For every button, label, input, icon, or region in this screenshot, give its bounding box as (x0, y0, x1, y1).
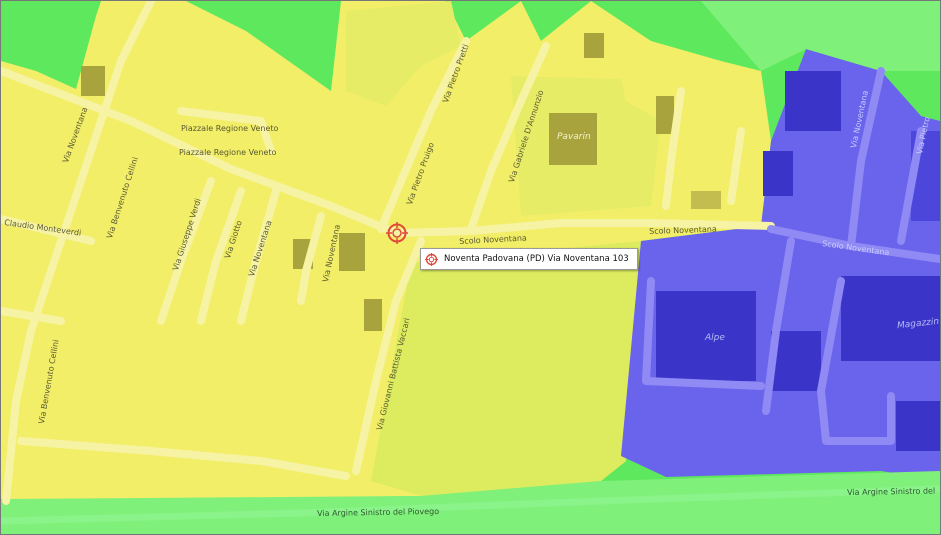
building (656, 96, 674, 134)
building (896, 401, 940, 451)
building (81, 66, 105, 96)
map-view[interactable]: Piazzale Regione Veneto Piazzale Regione… (0, 0, 941, 535)
poi-label-pavarin: Pavarin (557, 132, 591, 142)
address-text: Noventa Padovana (PD) Via Noventana 103 (444, 254, 629, 264)
building (785, 71, 841, 131)
zone-yellow-green-field (371, 241, 641, 496)
building (364, 299, 382, 331)
building (763, 151, 793, 196)
building (691, 191, 721, 209)
address-tooltip[interactable]: Noventa Padovana (PD) Via Noventana 103 (420, 248, 638, 270)
building (584, 33, 604, 58)
poi-label-alpe: Alpe (705, 333, 725, 343)
building (339, 233, 365, 271)
crosshair-target-icon[interactable] (386, 222, 408, 244)
crosshair-target-icon (425, 252, 438, 266)
